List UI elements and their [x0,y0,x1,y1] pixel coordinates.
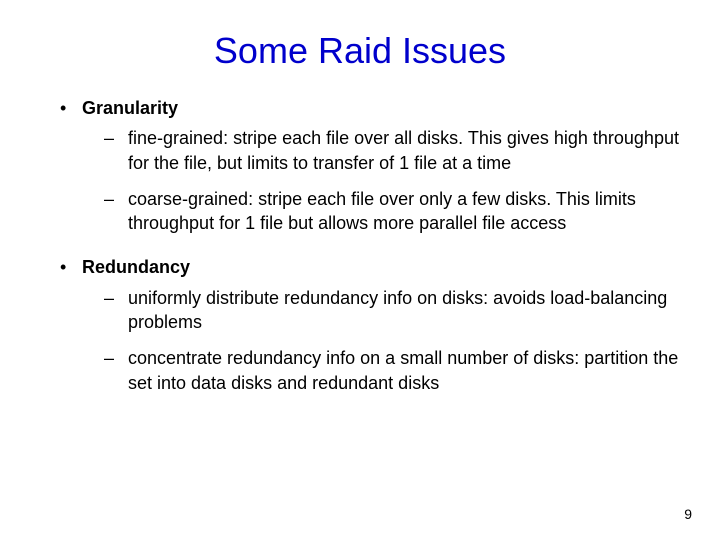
bullet-list: Granularity fine-grained: stripe each fi… [40,96,680,395]
slide-title: Some Raid Issues [40,30,680,72]
list-item: Granularity fine-grained: stripe each fi… [60,96,680,235]
topic-label: Granularity [82,96,680,120]
sub-item: coarse-grained: stripe each file over on… [104,187,680,236]
sub-item: fine-grained: stripe each file over all … [104,126,680,175]
slide: Some Raid Issues Granularity fine-graine… [0,0,720,540]
sub-list: fine-grained: stripe each file over all … [82,126,680,235]
topic-label: Redundancy [82,255,680,279]
page-number: 9 [684,506,692,522]
sub-item: uniformly distribute redundancy info on … [104,286,680,335]
list-item: Redundancy uniformly distribute redundan… [60,255,680,394]
sub-list: uniformly distribute redundancy info on … [82,286,680,395]
sub-item: concentrate redundancy info on a small n… [104,346,680,395]
